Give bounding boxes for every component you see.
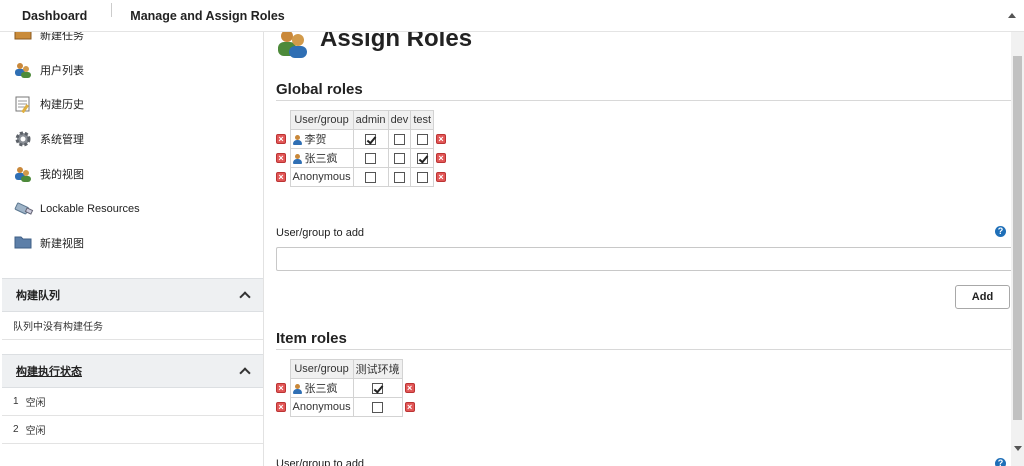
sidebar-item-label: 构建历史: [40, 99, 84, 111]
item-roles-table: User/group 测试环境 × 张三疯 × × Anonymous ×: [276, 359, 416, 417]
delete-icon[interactable]: ×: [276, 134, 286, 145]
main-content: Assign Roles Global roles User/group adm…: [264, 32, 1011, 466]
sidebar-item-label: 用户列表: [40, 65, 84, 77]
delete-icon[interactable]: ×: [436, 153, 447, 164]
global-roles-table: User/group admin dev test × 李贺 × × 张三疯 ×…: [276, 110, 448, 187]
column-header: User/group: [289, 359, 354, 379]
role-checkbox-test-env[interactable]: [372, 401, 384, 413]
table-header-row: User/group admin dev test: [276, 110, 448, 130]
user-name: 张三疯: [304, 153, 338, 165]
user-icon: [292, 384, 302, 395]
usb-icon: [14, 200, 34, 218]
assign-roles-icon: [276, 32, 310, 61]
user-icon: [292, 135, 302, 146]
table-header-row: User/group 测试环境: [276, 359, 416, 379]
role-checkbox-test[interactable]: [416, 133, 428, 145]
delete-icon[interactable]: ×: [404, 383, 415, 394]
sidebar-item-label: 我的视图: [40, 169, 84, 181]
table-row: × Anonymous ×: [276, 397, 416, 417]
delete-icon[interactable]: ×: [276, 172, 286, 183]
user-group-to-add-label: User/group to add: [276, 227, 365, 239]
scroll-down-icon[interactable]: [1014, 446, 1022, 451]
divider: [276, 349, 1011, 350]
executors-title[interactable]: 构建执行状态: [16, 363, 82, 379]
sidebar-item-label: 系统管理: [40, 134, 84, 146]
sidebar-item-label: Lockable Resources: [40, 203, 140, 215]
delete-icon[interactable]: ×: [436, 172, 447, 183]
build-queue-empty: 队列中没有构建任务: [2, 312, 263, 340]
column-header: User/group: [289, 110, 354, 130]
role-checkbox-test[interactable]: [416, 152, 428, 164]
users-icon: [14, 61, 34, 79]
item-user-group-to-add-label: User/group to add: [276, 458, 365, 466]
delete-icon[interactable]: ×: [276, 383, 286, 394]
users-icon: [14, 165, 34, 183]
chevron-up-icon[interactable]: [239, 291, 251, 303]
user-icon: [292, 154, 302, 165]
role-checkbox-dev[interactable]: [393, 133, 405, 145]
column-header: 测试环境: [352, 359, 403, 379]
gear-icon: [14, 130, 34, 148]
table-row: × 张三疯 ×: [276, 378, 416, 398]
breadcrumb-dashboard[interactable]: Dashboard: [0, 9, 101, 23]
breadcrumb-manage-roles[interactable]: Manage and Assign Roles: [122, 9, 292, 23]
role-checkbox-admin[interactable]: [365, 171, 377, 183]
delete-icon[interactable]: ×: [436, 134, 447, 145]
divider: [276, 100, 1011, 101]
build-queue-empty-text: 队列中没有构建任务: [13, 322, 103, 333]
sidebar-item-lockable-resources[interactable]: Lockable Resources: [14, 200, 140, 218]
sidebar-item-users[interactable]: 用户列表: [14, 61, 84, 79]
role-checkbox-admin[interactable]: [365, 152, 377, 164]
table-row: × Anonymous ×: [276, 167, 448, 187]
build-queue-title: 构建队列: [16, 290, 60, 302]
build-queue-header[interactable]: 构建队列: [2, 278, 263, 312]
sidebar-item-manage[interactable]: 系统管理: [14, 130, 84, 148]
executor-status: 空闲: [25, 426, 46, 437]
column-header: admin: [352, 110, 389, 130]
breadcrumb-separator: [111, 2, 113, 17]
global-roles-heading: Global roles: [276, 81, 363, 98]
page-scrollbar[interactable]: [1011, 0, 1024, 466]
delete-icon[interactable]: ×: [276, 402, 286, 413]
chevron-up-icon[interactable]: [1008, 13, 1016, 18]
sidebar-item-my-views[interactable]: 我的视图: [14, 165, 84, 183]
user-name: Anonymous: [292, 171, 351, 183]
page-title: Assign Roles: [320, 32, 473, 52]
role-checkbox-dev[interactable]: [393, 152, 405, 164]
role-checkbox-test[interactable]: [416, 171, 428, 183]
executor-number: 2: [13, 424, 19, 435]
executors-header[interactable]: 构建执行状态: [2, 354, 263, 388]
user-name: 李贺: [304, 134, 327, 146]
sidebar-item-new-view[interactable]: 新建视图: [14, 234, 84, 252]
item-roles-heading: Item roles: [276, 330, 347, 347]
notepad-icon: [14, 95, 34, 114]
user-name: Anonymous: [292, 401, 351, 413]
user-group-input[interactable]: [276, 247, 1011, 271]
table-row: × 李贺 ×: [276, 129, 448, 149]
role-checkbox-dev[interactable]: [393, 171, 405, 183]
help-icon[interactable]: ?: [995, 226, 1006, 237]
sidebar: 新建任务 用户列表 构建历史 系统管理 我的视图 Lockable Resour…: [0, 28, 264, 466]
user-name: 张三疯: [304, 383, 338, 395]
delete-icon[interactable]: ×: [276, 153, 286, 164]
breadcrumb-bar: Dashboard Manage and Assign Roles: [0, 0, 1024, 32]
add-button[interactable]: Add: [955, 285, 1010, 309]
sidebar-item-build-history[interactable]: 构建历史: [14, 95, 84, 114]
column-header: dev: [387, 110, 412, 130]
help-icon[interactable]: ?: [995, 458, 1006, 466]
column-header: test: [410, 110, 435, 130]
executor-status: 空闲: [25, 398, 46, 409]
scrollbar-thumb[interactable]: [1013, 56, 1022, 420]
delete-icon[interactable]: ×: [404, 402, 415, 413]
table-row: × 张三疯 ×: [276, 148, 448, 168]
executor-row: 2 空闲: [2, 416, 263, 444]
executor-number: 1: [13, 396, 19, 407]
executor-row: 1 空闲: [2, 388, 263, 416]
folder-icon: [14, 234, 34, 252]
role-checkbox-test-env[interactable]: [372, 382, 384, 394]
chevron-up-icon[interactable]: [239, 367, 251, 379]
role-checkbox-admin[interactable]: [365, 133, 377, 145]
sidebar-item-label: 新建视图: [40, 238, 84, 250]
